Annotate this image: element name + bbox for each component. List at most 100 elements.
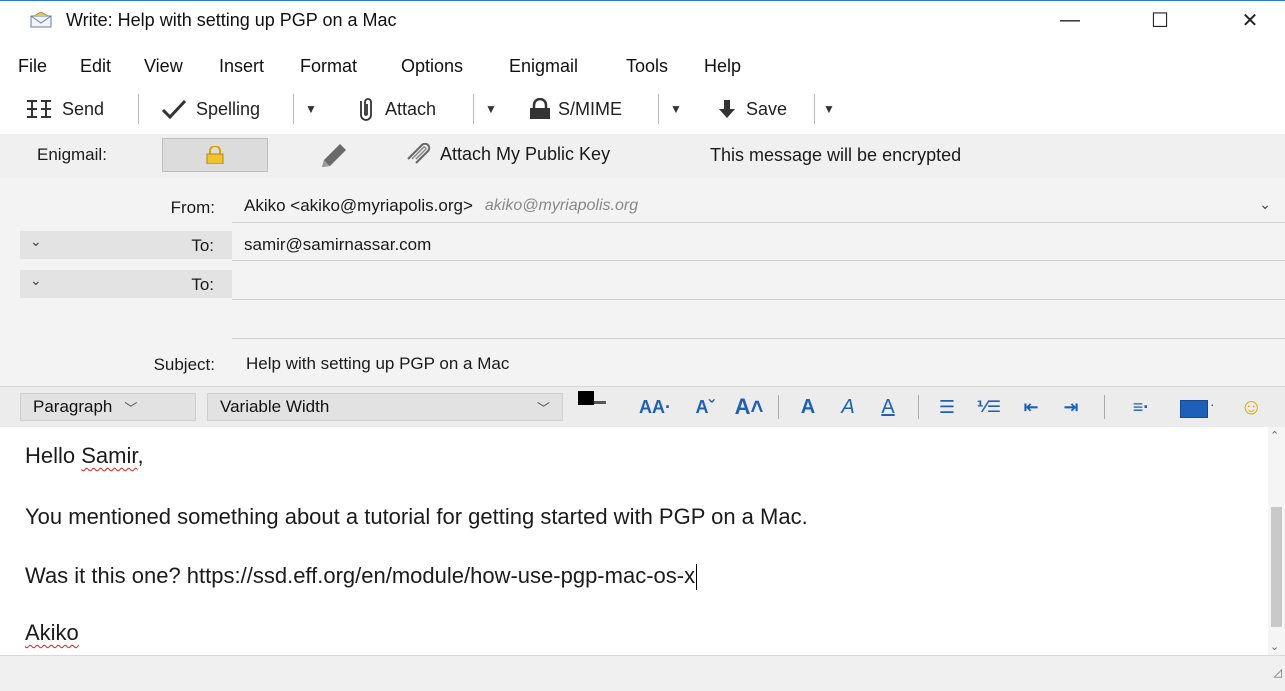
chevron-down-icon: ▼ [670, 102, 682, 116]
status-bar: ◿ [0, 655, 1285, 691]
larger-font-icon: A˄ [734, 394, 764, 419]
chevron-down-icon: ▼ [485, 102, 497, 116]
divider [232, 260, 1285, 261]
recipient-type-select-1[interactable]: ⌄ To: [20, 231, 232, 259]
font-select[interactable]: Variable Width ﹀ [207, 393, 563, 421]
subject-field[interactable]: Help with setting up PGP on a Mac [232, 349, 1285, 379]
increase-font-button[interactable]: A˄ [732, 393, 766, 421]
chevron-down-icon: ⌄ [30, 233, 42, 249]
pencil-icon[interactable] [318, 142, 348, 170]
encrypt-toggle-button[interactable] [162, 138, 268, 172]
font-label: Variable Width [220, 397, 330, 416]
resize-grip-icon[interactable]: ◿ [1274, 666, 1282, 679]
menu-options[interactable]: Options [401, 56, 463, 77]
font-size-icon: AA· [639, 396, 671, 417]
save-label: Save [746, 98, 788, 119]
to-value-1: samir@samirnassar.com [244, 235, 432, 254]
toolbar-separator [138, 94, 139, 124]
from-select[interactable]: Akiko <akiko@myriapolis.org> akiko@myria… [232, 191, 1285, 221]
message-header: From: Akiko <akiko@myriapolis.org> akiko… [0, 178, 1285, 386]
spelling-button[interactable]: Spelling [160, 92, 260, 126]
outdent-button[interactable]: ⇤ [1016, 393, 1046, 421]
attach-public-key-button[interactable]: Attach My Public Key [404, 143, 610, 165]
greeting-name: Samir [81, 443, 138, 468]
menu-tools[interactable]: Tools [626, 56, 668, 77]
body-line-3: Was it this one? https://ssd.eff.org/en/… [25, 563, 698, 591]
align-button[interactable]: ≡· [1118, 393, 1164, 421]
font-size-button[interactable]: AA· [630, 393, 680, 421]
format-toolbar: Paragraph ﹀ Variable Width ﹀ AA· Aˇ A˄ A… [0, 386, 1285, 428]
chevron-down-icon: ▼ [305, 102, 317, 116]
bullet-list-icon: ☰ [938, 396, 956, 417]
bullet-list-button[interactable]: ☰ [932, 393, 962, 421]
menu-edit[interactable]: Edit [80, 56, 111, 77]
toolbar-separator [1104, 395, 1105, 419]
send-icon [27, 100, 51, 118]
menu-help[interactable]: Help [704, 56, 741, 77]
save-dropdown-button[interactable]: ▼ [820, 96, 838, 122]
paragraph-label: Paragraph [33, 397, 113, 416]
paragraph-select[interactable]: Paragraph ﹀ [20, 393, 196, 421]
toolbar-separator [293, 94, 294, 124]
to-field-1[interactable]: samir@samirnassar.com [232, 231, 1285, 259]
minimize-button[interactable]: — [1040, 1, 1100, 39]
recipient-type-select-2[interactable]: ⌄ To: [20, 270, 232, 298]
numbered-list-button[interactable]: ⅟☰ [972, 393, 1006, 421]
enigmail-label: Enigmail: [37, 145, 107, 164]
smiley-icon[interactable]: ☺ [1240, 395, 1262, 419]
save-button[interactable]: Save [716, 92, 787, 126]
signature: Akiko [25, 620, 79, 645]
menu-view[interactable]: View [144, 56, 183, 77]
subject-label: Subject: [153, 355, 215, 374]
subject-value: Help with setting up PGP on a Mac [246, 354, 510, 373]
spelling-label: Spelling [196, 98, 261, 119]
send-label: Send [62, 98, 105, 119]
chevron-down-icon: ⌄ [30, 272, 42, 288]
scrollbar-thumb[interactable] [1271, 507, 1282, 627]
decrease-font-button[interactable]: Aˇ [690, 393, 720, 421]
body-line-2: You mentioned something about a tutorial… [25, 504, 808, 529]
bold-button[interactable]: A [794, 393, 822, 421]
image-icon [1180, 400, 1208, 418]
body-line-3-text: Was it this one? https://ssd.eff.org/en/… [25, 563, 696, 588]
scroll-down-icon[interactable]: ⌄ [1270, 640, 1279, 653]
chevron-down-icon: ﹀ [536, 400, 550, 416]
message-body-editor[interactable]: Hello Samir, You mentioned something abo… [0, 427, 1268, 655]
maximize-button[interactable]: ☐ [1130, 1, 1190, 39]
checkmark-icon [161, 99, 187, 120]
to-field-2[interactable] [232, 270, 1285, 298]
smime-button[interactable]: S/MIME [528, 92, 622, 126]
lock-toggle-icon [206, 146, 224, 164]
menu-format[interactable]: Format [300, 56, 357, 77]
bold-icon: A [800, 395, 816, 418]
toolbar-separator [918, 395, 919, 419]
italic-button[interactable]: A [834, 393, 862, 421]
indent-button[interactable]: ⇥ [1056, 393, 1086, 421]
chevron-down-icon: ﹀ [124, 400, 138, 416]
indent-icon: ⇥ [1063, 396, 1079, 417]
insert-button[interactable]: · [1180, 396, 1222, 418]
download-arrow-icon [719, 100, 735, 118]
send-button[interactable]: Send [24, 92, 104, 126]
menu-insert[interactable]: Insert [219, 56, 264, 77]
menu-enigmail[interactable]: Enigmail [509, 56, 578, 77]
chevron-down-icon: ⌄ [1259, 196, 1271, 212]
text-color-button[interactable] [578, 391, 606, 421]
body-scrollbar[interactable]: ⌃ ⌄ [1268, 427, 1285, 655]
close-button[interactable]: ✕ [1220, 1, 1280, 39]
underline-button[interactable]: A [874, 393, 902, 421]
italic-icon: A [841, 395, 855, 418]
attach-button[interactable]: Attach [355, 92, 436, 126]
menu-file[interactable]: File [18, 56, 47, 77]
menu-bar: File Edit View Insert Format Options Eni… [0, 56, 1285, 86]
spelling-dropdown-button[interactable]: ▼ [302, 96, 320, 122]
divider [232, 338, 1285, 339]
text-cursor [696, 564, 698, 591]
attach-dropdown-button[interactable]: ▼ [482, 96, 500, 122]
smaller-font-icon: Aˇ [695, 396, 715, 417]
scroll-up-icon[interactable]: ⌃ [1270, 429, 1279, 442]
from-identity: akiko@myriapolis.org [484, 197, 639, 214]
from-label: From: [170, 198, 215, 217]
smime-dropdown-button[interactable]: ▼ [667, 96, 685, 122]
greeting-line: Hello Samir, [25, 443, 144, 469]
